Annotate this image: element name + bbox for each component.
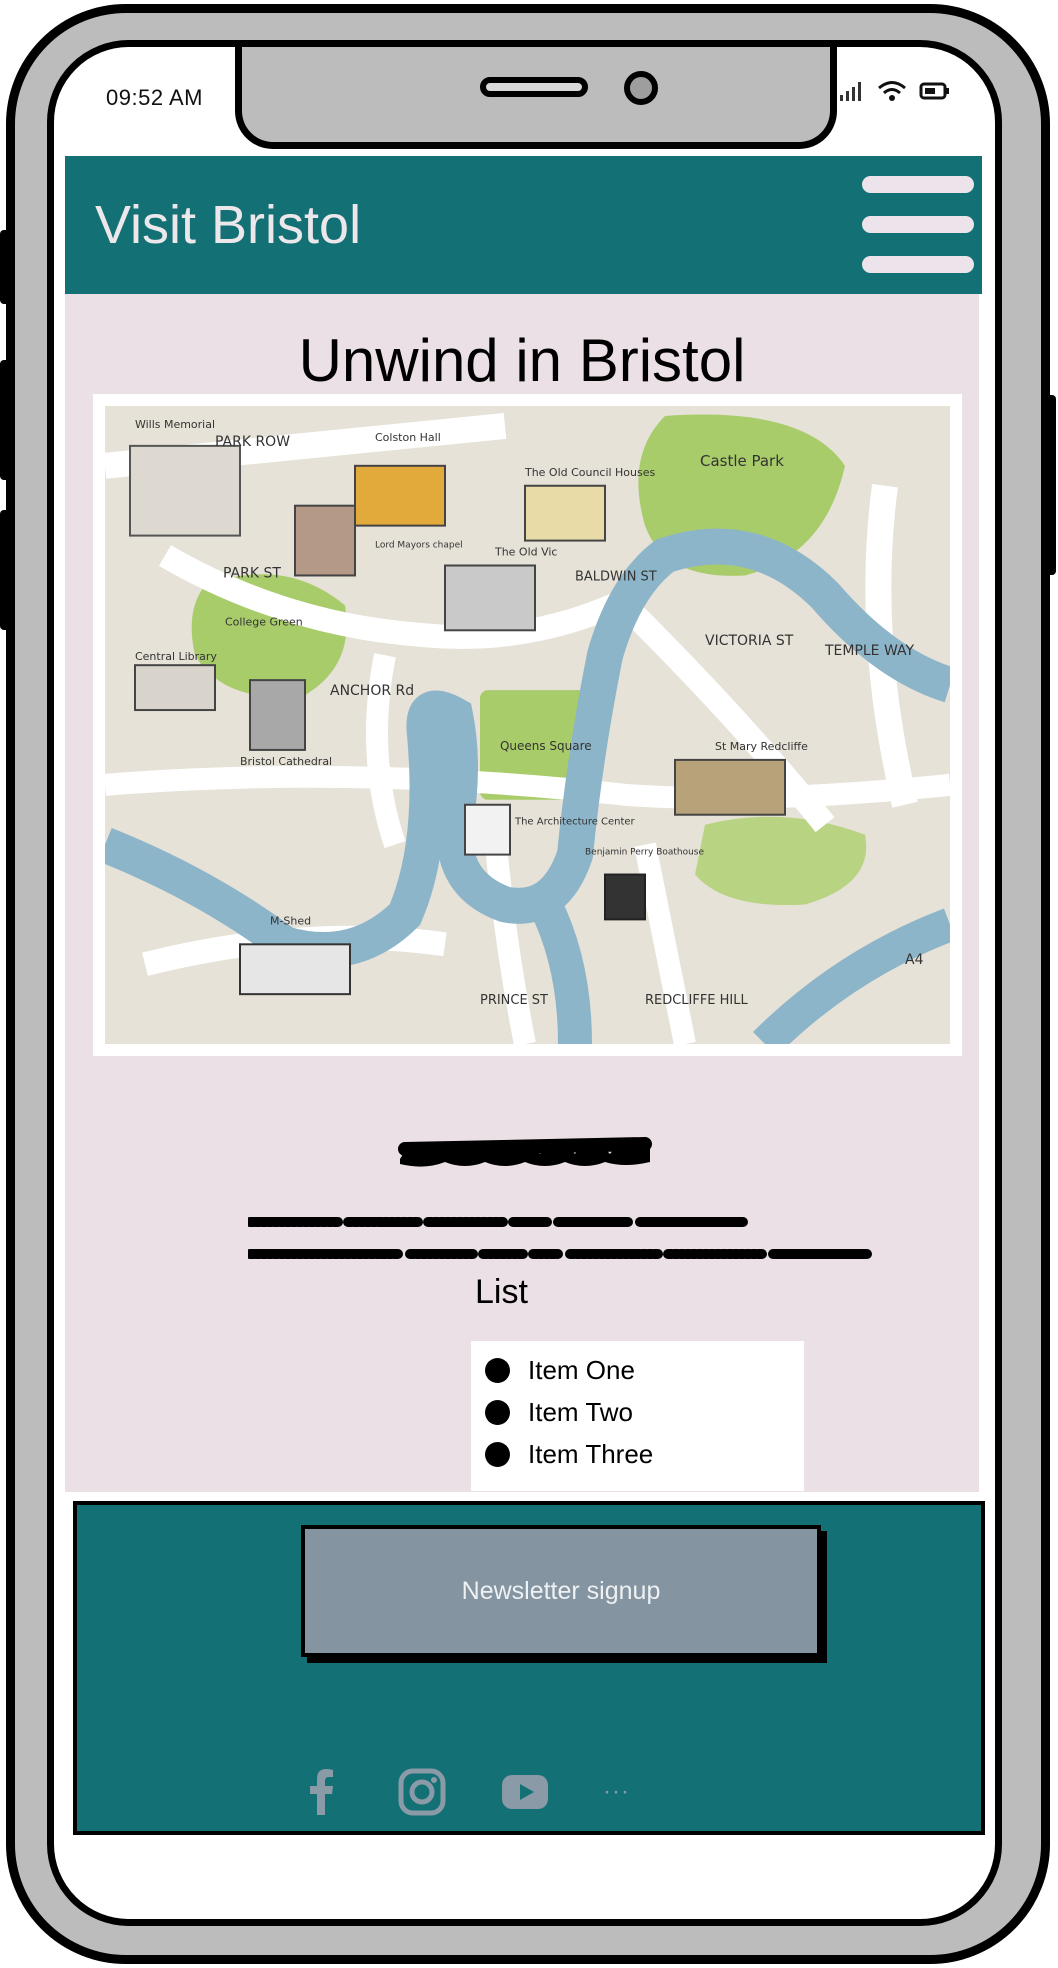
facebook-icon[interactable] (297, 1767, 347, 1817)
list-item-label: Item Two (528, 1396, 634, 1427)
map-label: The Old Council Houses (524, 466, 655, 479)
social-links: ··· (297, 1767, 630, 1817)
front-camera (624, 71, 658, 105)
site-footer: Newsletter signup ··· (73, 1501, 985, 1835)
list-item-label: Item Three (528, 1438, 654, 1469)
map-label: TEMPLE WAY (824, 643, 915, 659)
phone-side-button (0, 510, 10, 630)
map-label: REDCLIFFE HILL (645, 993, 748, 1008)
site-header: Visit Bristol (65, 156, 982, 294)
map-label: Bristol Cathedral (240, 755, 332, 768)
map-label: Wills Memorial (135, 418, 215, 431)
status-icons (839, 79, 951, 103)
map-label: ANCHOR Rd (330, 683, 414, 699)
map-label: PARK ROW (215, 434, 290, 450)
brand-title[interactable]: Visit Bristol (95, 194, 361, 256)
phone-side-button (0, 230, 10, 304)
redacted-heading-scribble (398, 1137, 652, 1167)
list-item[interactable]: Item Three (485, 1433, 804, 1475)
map-label: Colston Hall (375, 431, 441, 444)
list-item[interactable]: Item Two (485, 1391, 804, 1433)
instagram-icon[interactable] (397, 1767, 447, 1817)
map-label: VICTORIA ST (705, 633, 794, 649)
map-label: Castle Park (700, 452, 784, 470)
phone-notch (235, 47, 837, 149)
map-label: Lord Mayors chapel (375, 541, 463, 551)
list-item[interactable]: Item One (485, 1349, 804, 1391)
more-icon[interactable]: ··· (603, 1778, 630, 1806)
list-item-label: Item One (528, 1354, 635, 1385)
map-label: A4 (905, 952, 924, 968)
bristol-map-image: Wills Memorial PARK ROW Colston Hall The… (93, 394, 962, 1056)
bullet-icon (485, 1399, 510, 1425)
map-label: Queens Square (500, 739, 592, 753)
redacted-text-line (248, 1249, 873, 1259)
map-label: BALDWIN ST (575, 569, 657, 584)
phone-screen: 09:52 AM Visit Bristol Unwind in Bristol… (47, 40, 1002, 1926)
map-label: PRINCE ST (480, 993, 548, 1008)
map-label: College Green (225, 615, 303, 628)
map-label: M-Shed (270, 914, 311, 927)
list-heading: List (475, 1273, 528, 1311)
wifi-icon (878, 81, 906, 101)
hamburger-menu-icon[interactable] (862, 176, 978, 276)
page-title: Unwind in Bristol (298, 327, 746, 394)
bullet-icon (485, 1441, 510, 1467)
map-label: PARK ST (223, 565, 281, 581)
map-label: The Old Vic (494, 546, 557, 559)
map-label: Benjamin Perry Boathouse (585, 848, 704, 858)
bullet-icon (485, 1357, 510, 1383)
map-label: Central Library (135, 650, 217, 663)
phone-side-button (1046, 395, 1056, 575)
youtube-icon[interactable] (497, 1767, 553, 1817)
speaker-grille (480, 77, 588, 97)
newsletter-signup-button[interactable]: Newsletter signup (301, 1525, 821, 1657)
redacted-text-line (248, 1217, 748, 1227)
signal-icon (840, 82, 861, 101)
phone-side-button (0, 360, 10, 480)
item-list: Item One Item Two Item Three (471, 1341, 804, 1491)
map-label: The Architecture Center (514, 817, 636, 828)
battery-icon (919, 82, 949, 100)
map-illustration: Wills Memorial PARK ROW Colston Hall The… (105, 406, 950, 1044)
main-content: Unwind in Bristol Wills Memorial PARK RO… (65, 294, 979, 1492)
map-label: St Mary Redcliffe (715, 740, 808, 753)
status-time: 09:52 AM (106, 85, 203, 110)
